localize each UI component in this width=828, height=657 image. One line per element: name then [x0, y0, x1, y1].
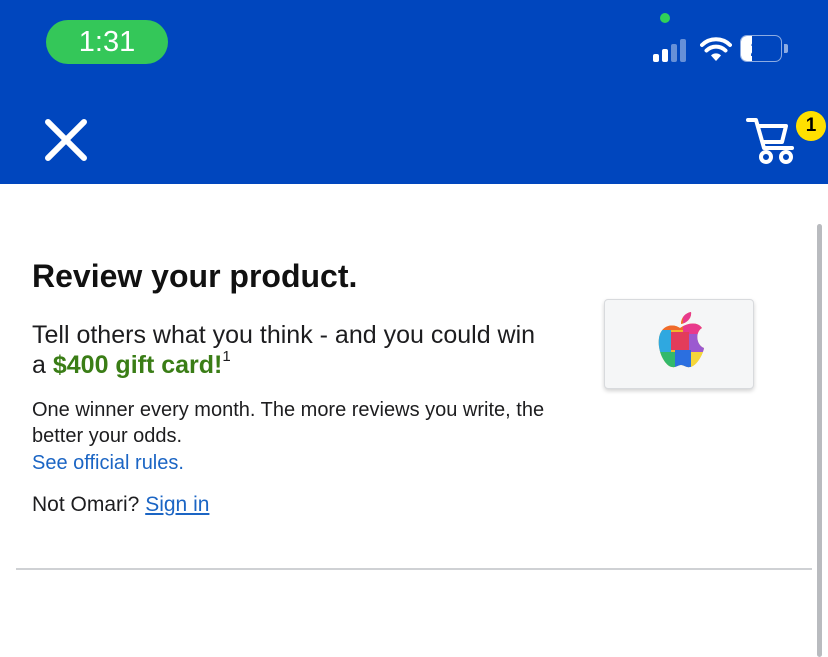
product-image [604, 299, 754, 389]
cellular-signal-icon [653, 38, 689, 62]
not-user-row: Not Omari? Sign in [32, 493, 209, 517]
cart-icon[interactable] [742, 110, 802, 170]
close-icon[interactable] [40, 114, 92, 166]
camera-indicator-dot [660, 13, 670, 23]
battery-level: 27 [750, 38, 774, 61]
battery-icon: 27 [740, 35, 788, 64]
official-rules-link[interactable]: See official rules. [32, 452, 184, 475]
apple-logo-icon [658, 312, 705, 368]
cart-count-badge: 1 [796, 111, 826, 141]
app-screen: 1:31 27 1 Review your product. Tell othe… [0, 0, 828, 657]
sign-in-link[interactable]: Sign in [145, 493, 209, 516]
scrollbar[interactable] [817, 224, 822, 657]
wifi-icon [700, 37, 732, 61]
status-time: 1:31 [46, 20, 168, 64]
promo-text: Tell others what you think - and you cou… [32, 320, 552, 380]
not-user-text: Not Omari? [32, 493, 140, 516]
promo-amount: $400 gift card! [52, 351, 223, 379]
header-bar: 1:31 27 1 [0, 0, 828, 184]
promo-footnote: 1 [222, 348, 231, 365]
review-content: Review your product. Tell others what yo… [0, 184, 828, 657]
odds-text: One winner every month. The more reviews… [32, 399, 545, 447]
page-title: Review your product. [32, 258, 358, 294]
section-divider [16, 568, 812, 570]
